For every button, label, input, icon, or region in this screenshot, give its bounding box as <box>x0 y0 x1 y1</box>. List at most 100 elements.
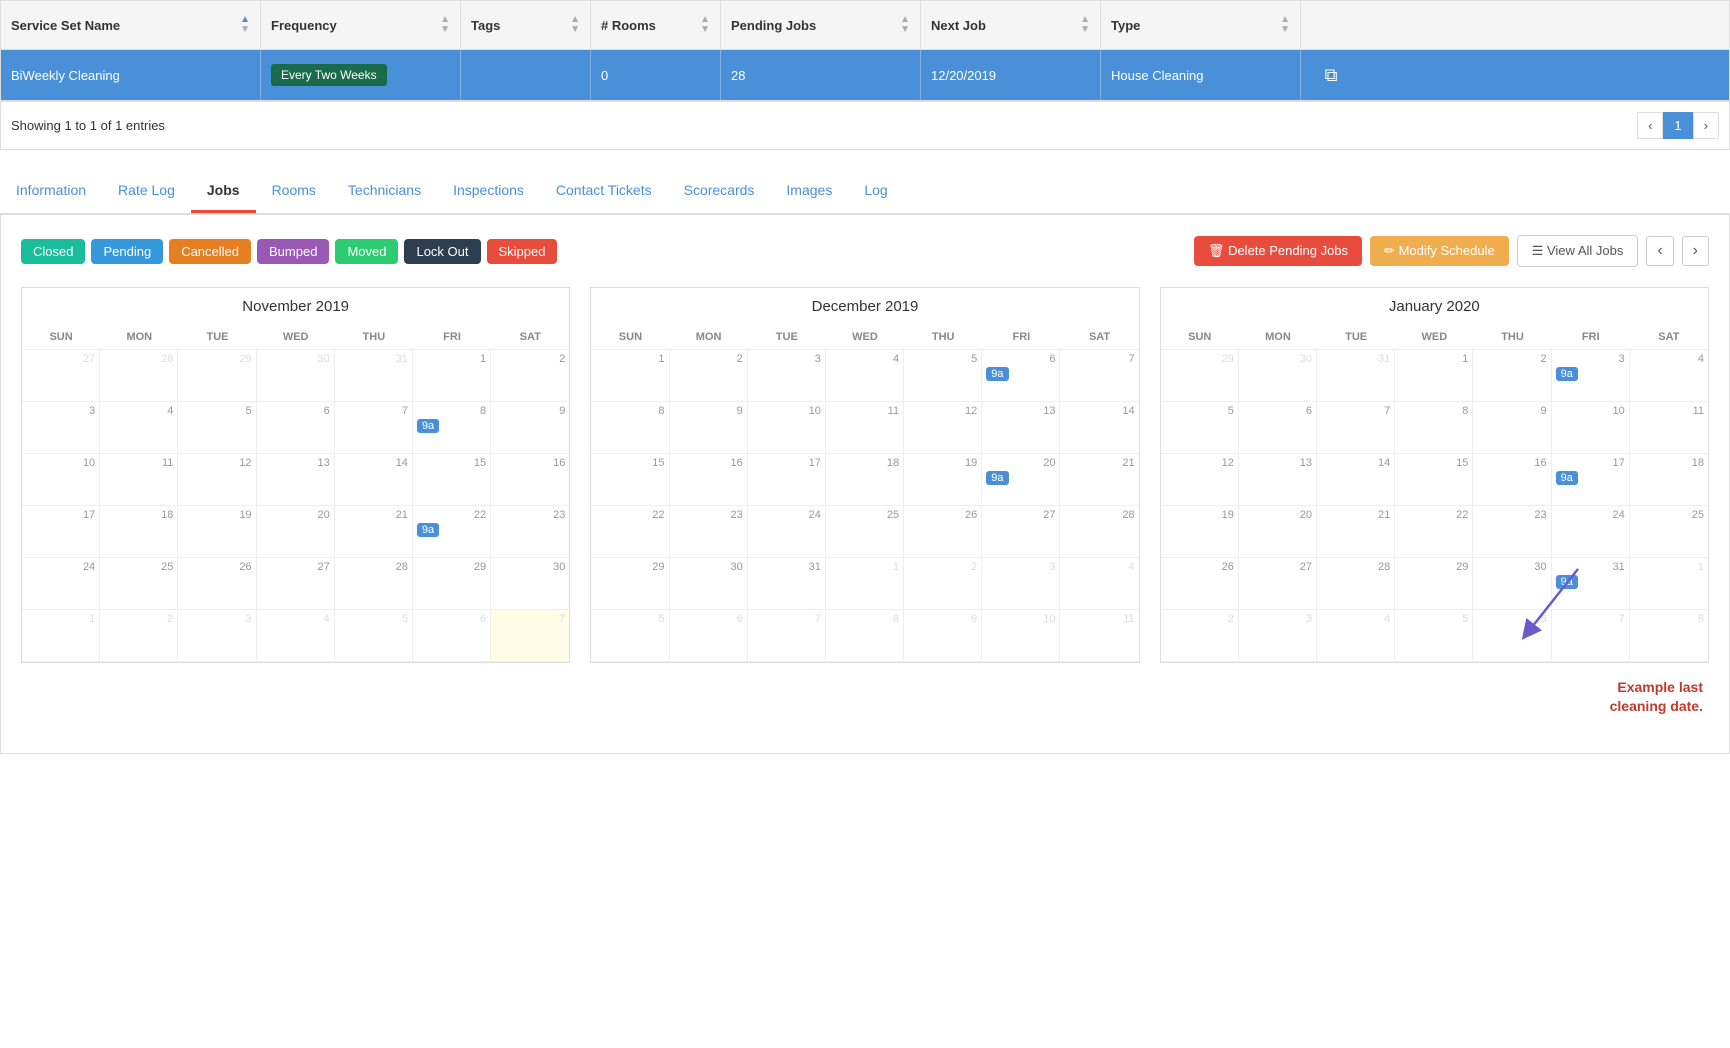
cal-cell[interactable]: 4 <box>1060 558 1138 610</box>
cal-cell[interactable]: 10 <box>748 402 826 454</box>
job-badge[interactable]: 9a <box>986 367 1008 381</box>
cal-cell[interactable]: 18 <box>826 454 904 506</box>
cal-cell[interactable]: 30 <box>670 558 748 610</box>
cal-cell[interactable]: 17 <box>22 506 100 558</box>
cal-cell[interactable]: 2 <box>100 610 178 662</box>
tab-scorecards[interactable]: Scorecards <box>668 170 771 213</box>
next-page-button[interactable]: › <box>1693 112 1719 139</box>
cal-cell[interactable]: 20 <box>1239 506 1317 558</box>
cal-cell[interactable]: 26 <box>1161 558 1239 610</box>
cal-cell[interactable]: 21 <box>1060 454 1138 506</box>
cal-cell[interactable]: 19 <box>904 454 982 506</box>
cal-cell[interactable]: 18 <box>100 506 178 558</box>
cal-cell[interactable]: 1 <box>22 610 100 662</box>
job-badge[interactable]: 9a <box>1556 367 1578 381</box>
cal-cell[interactable]: 30 <box>1239 350 1317 402</box>
cal-cell[interactable]: 39a <box>1552 350 1630 402</box>
cal-cell[interactable]: 31 <box>335 350 413 402</box>
cal-cell[interactable]: 14 <box>1060 402 1138 454</box>
page-1-button[interactable]: 1 <box>1663 112 1692 139</box>
cal-cell[interactable]: 21 <box>335 506 413 558</box>
cal-cell[interactable]: 16 <box>670 454 748 506</box>
cal-cell[interactable]: 7 <box>1317 402 1395 454</box>
cal-cell[interactable]: 13 <box>1239 454 1317 506</box>
tab-inspections[interactable]: Inspections <box>437 170 540 213</box>
job-badge[interactable]: 9a <box>417 523 439 537</box>
cal-cell[interactable]: 9 <box>1473 402 1551 454</box>
cal-cell[interactable]: 24 <box>1552 506 1630 558</box>
cal-cell[interactable]: 25 <box>826 506 904 558</box>
cal-cell[interactable]: 23 <box>491 506 569 558</box>
cal-cell[interactable]: 29 <box>413 558 491 610</box>
tab-jobs[interactable]: Jobs <box>191 170 256 213</box>
job-badge[interactable]: 9a <box>417 419 439 433</box>
cal-cell[interactable]: 27 <box>1239 558 1317 610</box>
cal-cell[interactable]: 17 <box>748 454 826 506</box>
cal-cell[interactable]: 5 <box>178 402 256 454</box>
cal-cell[interactable]: 19 <box>178 506 256 558</box>
cal-cell[interactable]: 9 <box>904 610 982 662</box>
job-badge[interactable]: 9a <box>1556 471 1578 485</box>
cal-cell[interactable]: 29 <box>591 558 669 610</box>
cal-cell[interactable]: 29 <box>1395 558 1473 610</box>
cal-cell[interactable]: 9 <box>670 402 748 454</box>
cal-cell[interactable]: 1 <box>1630 558 1708 610</box>
cal-cell[interactable]: 8 <box>1630 610 1708 662</box>
cal-cell[interactable]: 3 <box>178 610 256 662</box>
prev-page-button[interactable]: ‹ <box>1637 112 1663 139</box>
cal-cell[interactable]: 8 <box>1395 402 1473 454</box>
cal-cell[interactable]: 7 <box>335 402 413 454</box>
cal-cell[interactable]: 15 <box>1395 454 1473 506</box>
modify-schedule-button[interactable]: ✏ Modify Schedule <box>1370 236 1509 266</box>
cal-cell[interactable]: 6 <box>1239 402 1317 454</box>
cal-cell[interactable]: 12 <box>178 454 256 506</box>
cal-cell[interactable]: 21 <box>1317 506 1395 558</box>
cal-cell[interactable]: 23 <box>670 506 748 558</box>
cal-cell[interactable]: 5 <box>904 350 982 402</box>
cal-cell[interactable]: 4 <box>100 402 178 454</box>
cal-cell[interactable]: 5 <box>591 610 669 662</box>
cal-cell[interactable]: 15 <box>413 454 491 506</box>
job-badge[interactable]: 9a <box>1556 575 1578 589</box>
cal-cell[interactable]: 24 <box>22 558 100 610</box>
cal-cell[interactable]: 1 <box>413 350 491 402</box>
cal-cell[interactable]: 20 <box>257 506 335 558</box>
cal-cell[interactable]: 28 <box>100 350 178 402</box>
job-badge[interactable]: 9a <box>986 471 1008 485</box>
cal-cell[interactable]: 11 <box>100 454 178 506</box>
cal-cell[interactable]: 12 <box>904 402 982 454</box>
copy-icon[interactable]: ⧉ <box>1325 65 1338 86</box>
cal-cell[interactable]: 28 <box>1317 558 1395 610</box>
cal-cell[interactable]: 5 <box>1161 402 1239 454</box>
cal-cell[interactable]: 26 <box>178 558 256 610</box>
cal-cell[interactable]: 2 <box>1161 610 1239 662</box>
cal-cell[interactable]: 13 <box>257 454 335 506</box>
cal-cell[interactable]: 7 <box>748 610 826 662</box>
cal-cell[interactable]: 4 <box>1630 350 1708 402</box>
cal-cell[interactable]: 22 <box>591 506 669 558</box>
cal-cell[interactable]: 27 <box>22 350 100 402</box>
cal-cell[interactable]: 5 <box>335 610 413 662</box>
cal-cell[interactable]: 7 <box>1552 610 1630 662</box>
cal-cell[interactable]: 2 <box>491 350 569 402</box>
cal-cell[interactable]: 14 <box>335 454 413 506</box>
cal-cell[interactable]: 4 <box>257 610 335 662</box>
cal-cell[interactable]: 319a <box>1552 558 1630 610</box>
cal-cell[interactable]: 13 <box>982 402 1060 454</box>
cal-cell[interactable]: 31 <box>1317 350 1395 402</box>
cal-cell[interactable]: 11 <box>1630 402 1708 454</box>
tab-rooms[interactable]: Rooms <box>256 170 332 213</box>
cal-cell[interactable]: 19 <box>1161 506 1239 558</box>
cal-cell[interactable]: 3 <box>982 558 1060 610</box>
cal-prev-button[interactable]: ‹ <box>1646 236 1673 266</box>
cal-cell[interactable]: 4 <box>1317 610 1395 662</box>
cal-cell[interactable]: 30 <box>1473 558 1551 610</box>
tab-contact-tickets[interactable]: Contact Tickets <box>540 170 668 213</box>
cal-cell[interactable]: 2 <box>1473 350 1551 402</box>
cal-cell[interactable]: 2 <box>904 558 982 610</box>
cal-cell[interactable]: 22 <box>1395 506 1473 558</box>
cal-cell[interactable]: 10 <box>1552 402 1630 454</box>
cal-cell[interactable]: 7 <box>491 610 569 662</box>
cal-cell[interactable]: 28 <box>335 558 413 610</box>
tab-log[interactable]: Log <box>848 170 903 213</box>
